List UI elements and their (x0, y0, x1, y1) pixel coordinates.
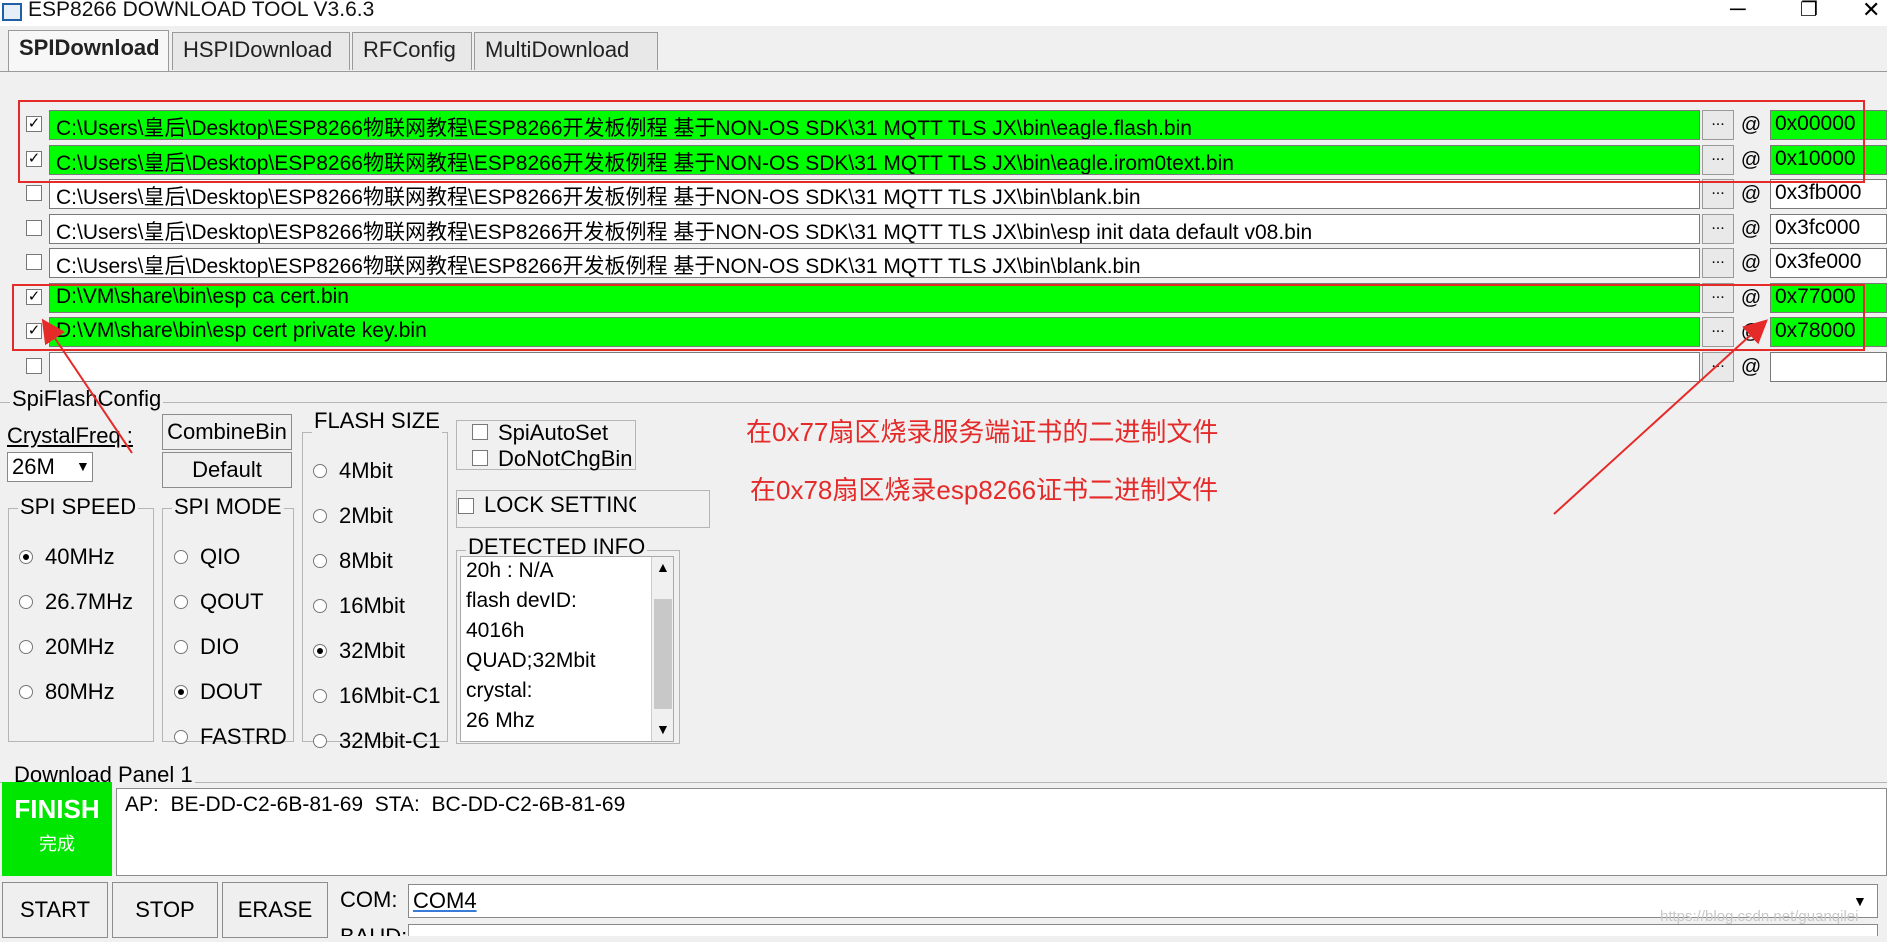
com-value: COM4 (413, 888, 477, 913)
com-select[interactable]: COM4 ▼ (408, 884, 1878, 918)
log-text: AP: BE-DD-C2-6B-81-69 STA: BC-DD-C2-6B-8… (125, 793, 626, 816)
chevron-down-icon: ▼ (1853, 893, 1867, 909)
arrow-left (41, 318, 133, 454)
watermark: https://blog.csdn.net/guanqilei (1660, 908, 1859, 925)
baud-label: BAUD: (340, 924, 407, 936)
log-output[interactable]: AP: BE-DD-C2-6B-81-69 STA: BC-DD-C2-6B-8… (116, 788, 1887, 876)
com-label: COM: (340, 887, 398, 912)
start-button[interactable]: START (2, 882, 108, 938)
stop-button[interactable]: STOP (112, 882, 218, 938)
erase-button[interactable]: ERASE (222, 882, 328, 938)
baud-select[interactable] (408, 924, 1878, 936)
arrow-right (1553, 319, 1768, 515)
status-text-cn: 完成 (39, 834, 75, 854)
status-badge: FINISH 完成 (2, 782, 112, 876)
status-text: FINISH (14, 794, 100, 824)
